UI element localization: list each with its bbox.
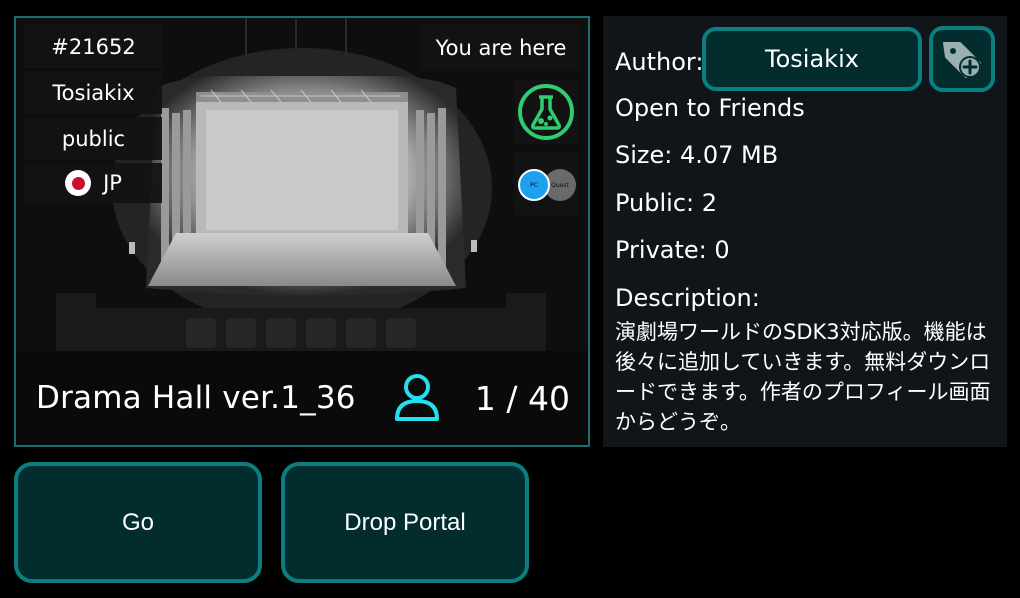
person-icon [395,374,439,421]
instance-owner-tag: Tosiakix [25,71,162,114]
drop-portal-button[interactable]: Drop Portal [281,462,529,583]
go-button[interactable]: Go [14,462,262,583]
world-info-panel: Author: Tosiakix Open to Friends Size: 4… [603,16,1007,447]
world-card[interactable]: #21652 Tosiakix public JP You are here Q… [14,16,590,447]
community-labs-badge [514,80,578,144]
description-text: 演劇場ワールドのSDK3対応版。機能は後々に追加していきます。無料ダウンロードで… [615,320,991,434]
pc-platform-icon: PC [518,169,550,201]
private-count: Private: 0 [615,236,730,264]
region-label: JP [103,171,122,195]
tag-add-icon [943,42,981,78]
world-name: Drama Hall ver.1_36 [36,380,356,416]
visibility-label: Open to Friends [615,94,805,122]
occupancy-count: 1 / 40 [474,378,570,418]
flask-icon [518,84,574,140]
access-type-tag: public [25,117,162,160]
description-label: Description: [615,284,760,312]
platform-badge: Quest PC [514,151,578,215]
card-footer: Drama Hall ver.1_36 1 / 40 [16,351,588,445]
japan-flag-icon [65,170,92,196]
region-tag: JP [25,163,162,203]
public-count: Public: 2 [615,189,718,217]
author-profile-button[interactable]: Tosiakix [702,27,922,91]
instance-id-tag: #21652 [25,25,162,68]
location-status-tag: You are here [421,25,581,70]
add-tag-button[interactable] [929,26,995,92]
author-label: Author: [615,48,704,76]
size-label: Size: 4.07 MB [615,141,779,169]
